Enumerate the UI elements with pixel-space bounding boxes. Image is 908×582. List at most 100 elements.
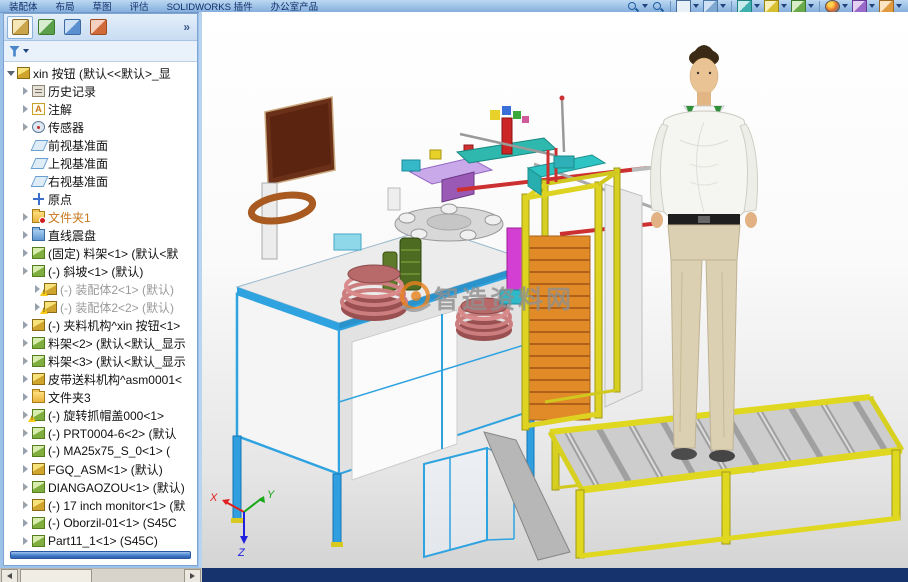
tree-item[interactable]: (-) 斜坡<1> (默认) bbox=[4, 262, 197, 280]
display-style-icon[interactable] bbox=[764, 0, 787, 13]
expand-arrow-icon[interactable] bbox=[22, 482, 30, 492]
previous-view-icon[interactable] bbox=[676, 0, 699, 13]
expand-arrow-icon[interactable] bbox=[22, 212, 30, 222]
expand-arrow-icon[interactable] bbox=[22, 536, 30, 546]
monitor bbox=[249, 97, 335, 259]
filter-funnel-icon bbox=[9, 46, 20, 57]
folder-warning-icon bbox=[32, 211, 45, 223]
tree-item[interactable]: 直线震盘 bbox=[4, 226, 197, 244]
expand-arrow-icon[interactable] bbox=[22, 266, 30, 276]
expand-arrow-icon[interactable] bbox=[34, 284, 42, 294]
tree-item[interactable]: !(-) 旋转抓帽盖000<1> bbox=[4, 406, 197, 424]
tree-item-label: (-) 装配体2<1> (默认) bbox=[60, 281, 174, 298]
view-settings-icon[interactable] bbox=[879, 0, 902, 13]
expand-arrow-icon[interactable] bbox=[22, 392, 30, 402]
tab-propertymanager[interactable] bbox=[33, 16, 59, 39]
tree-item[interactable]: 料架<2> (默认<默认_显示 bbox=[4, 334, 197, 352]
scroll-right-button[interactable] bbox=[184, 569, 201, 582]
tab-evaluate[interactable]: 评估 bbox=[121, 0, 158, 13]
expand-arrow-icon[interactable] bbox=[22, 248, 30, 258]
assembly-icon bbox=[32, 319, 45, 331]
zoom-fit-icon[interactable] bbox=[627, 1, 648, 12]
tree-item[interactable]: (固定) 料架<1> (默认<默 bbox=[4, 244, 197, 262]
assembly-warning-icon: ! bbox=[44, 283, 57, 295]
assembly-icon bbox=[32, 463, 45, 475]
plane-icon bbox=[32, 157, 45, 169]
expand-arrow-icon[interactable] bbox=[22, 230, 30, 240]
expand-arrow-icon[interactable] bbox=[22, 356, 30, 366]
tab-featuremanager[interactable] bbox=[7, 16, 33, 39]
folder-icon bbox=[32, 391, 45, 403]
expand-arrow-icon[interactable] bbox=[22, 122, 30, 132]
tree-item[interactable]: 料架<3> (默认<默认_显示 bbox=[4, 352, 197, 370]
expand-arrow-icon[interactable] bbox=[34, 302, 42, 312]
edit-appearance-icon[interactable] bbox=[825, 0, 848, 13]
expand-arrow-icon[interactable] bbox=[7, 68, 15, 78]
tree-item[interactable]: (-) 夹料机构^xin 按钮<1> bbox=[4, 316, 197, 334]
expand-arrow-icon[interactable] bbox=[22, 410, 30, 420]
tree-item-label: 直线震盘 bbox=[48, 227, 96, 244]
expand-arrow-icon[interactable] bbox=[22, 428, 30, 438]
tree-item[interactable]: 历史记录 bbox=[4, 82, 197, 100]
tree-item[interactable]: 原点 bbox=[4, 190, 197, 208]
tree-item[interactable]: 注解 bbox=[4, 100, 197, 118]
scroll-thumb[interactable] bbox=[20, 569, 92, 582]
tree-item[interactable]: 传感器 bbox=[4, 118, 197, 136]
tree-item-label: FGQ_ASM<1> (默认) bbox=[48, 461, 163, 478]
part-icon bbox=[32, 535, 45, 547]
tree-item[interactable]: 前视基准面 bbox=[4, 136, 197, 154]
rollback-bar[interactable] bbox=[10, 551, 191, 559]
scroll-left-button[interactable] bbox=[1, 569, 18, 582]
tree-item[interactable]: (-) MA25x75_S_0<1> ( bbox=[4, 442, 197, 460]
axis-z-label: Z bbox=[237, 547, 246, 559]
tree-item[interactable]: DIANGAOZOU<1> (默认) bbox=[4, 478, 197, 496]
expand-arrow-icon[interactable] bbox=[22, 86, 30, 96]
hide-show-items-icon[interactable] bbox=[791, 0, 814, 13]
tab-layout[interactable]: 布局 bbox=[47, 0, 84, 13]
expand-arrow-icon[interactable] bbox=[22, 500, 30, 510]
tree-item-label: 注解 bbox=[48, 101, 72, 118]
tree-item[interactable]: Part11_1<1> (S45C) bbox=[4, 532, 197, 548]
annotations-icon bbox=[32, 103, 45, 115]
tree-item[interactable]: 文件夹1 bbox=[4, 208, 197, 226]
tab-sketch[interactable]: 草图 bbox=[84, 0, 121, 13]
expand-arrow-icon[interactable] bbox=[22, 104, 30, 114]
part-icon bbox=[32, 355, 45, 367]
zoom-area-icon[interactable] bbox=[652, 1, 665, 12]
tree-item[interactable]: (-) Oborzil-01<1> (S45C bbox=[4, 514, 197, 532]
tab-dimxpertmanager[interactable] bbox=[85, 16, 111, 39]
tree-item[interactable]: FGQ_ASM<1> (默认) bbox=[4, 460, 197, 478]
panel-chevron[interactable]: » bbox=[183, 20, 194, 34]
filter-dropdown-icon[interactable] bbox=[23, 49, 29, 53]
tree-item[interactable]: (-) 17 inch monitor<1> (默 bbox=[4, 496, 197, 514]
expand-arrow-icon[interactable] bbox=[22, 464, 30, 474]
tree-item[interactable]: 右视基准面 bbox=[4, 172, 197, 190]
tab-assembly[interactable]: 装配体 bbox=[0, 0, 47, 13]
tree-item[interactable]: !(-) 装配体2<1> (默认) bbox=[4, 280, 197, 298]
tree-filter-bar[interactable] bbox=[4, 41, 197, 62]
tree-item-label: (-) 17 inch monitor<1> (默 bbox=[48, 497, 185, 514]
part-icon bbox=[32, 427, 45, 439]
tree-item[interactable]: 皮带送料机构^asm0001< bbox=[4, 370, 197, 388]
tree-item[interactable]: xin 按钮 (默认<<默认>_显 bbox=[4, 64, 197, 82]
expand-arrow-icon[interactable] bbox=[22, 374, 30, 384]
expand-arrow-icon[interactable] bbox=[22, 446, 30, 456]
tree-item-label: (-) 旋转抓帽盖000<1> bbox=[48, 407, 164, 424]
tree-item[interactable]: (-) PRT0004-6<2> (默认 bbox=[4, 424, 197, 442]
tree-item[interactable]: 文件夹3 bbox=[4, 388, 197, 406]
viewport-3d[interactable]: 智造资料网 X Y Z bbox=[202, 12, 908, 568]
view-orientation-icon[interactable] bbox=[737, 0, 760, 13]
tab-configurationmanager[interactable] bbox=[59, 16, 85, 39]
cad-model: 智造资料网 X Y Z bbox=[202, 12, 908, 568]
tree-item-label: 右视基准面 bbox=[48, 173, 108, 190]
section-view-icon[interactable] bbox=[703, 0, 726, 13]
expand-arrow-icon[interactable] bbox=[22, 320, 30, 330]
tree-item[interactable]: 上视基准面 bbox=[4, 154, 197, 172]
h-scrollbar[interactable] bbox=[0, 568, 202, 582]
tree-item[interactable]: !(-) 装配体2<2> (默认) bbox=[4, 298, 197, 316]
orientation-triad: X Y Z bbox=[209, 489, 275, 559]
apply-scene-icon[interactable] bbox=[852, 0, 875, 13]
expand-arrow-icon[interactable] bbox=[22, 518, 30, 528]
tree-item-label: (-) 斜坡<1> (默认) bbox=[48, 263, 143, 280]
expand-arrow-icon[interactable] bbox=[22, 338, 30, 348]
